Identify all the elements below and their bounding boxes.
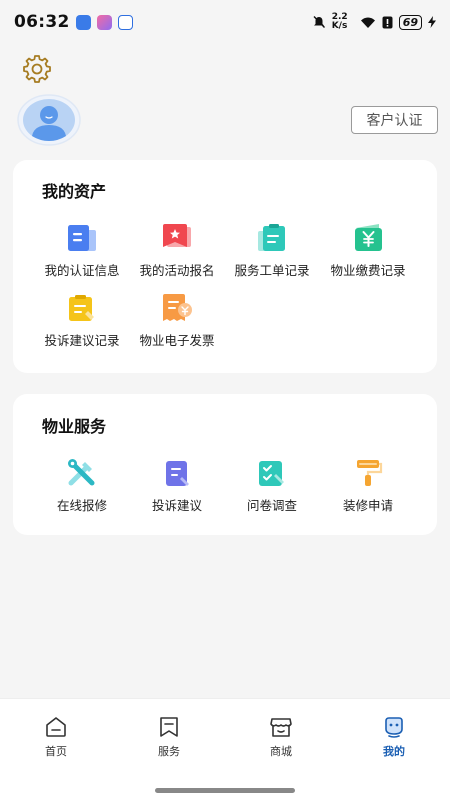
questionnaire-survey-item[interactable]: 问卷调查 bbox=[219, 458, 325, 514]
my-activity-signup-item[interactable]: 我的活动报名 bbox=[124, 223, 230, 279]
complaint-suggestion-record-item[interactable]: 投诉建议记录 bbox=[29, 293, 135, 349]
tab-label: 服务 bbox=[158, 745, 180, 758]
customer-certification-button[interactable]: 客户认证 bbox=[351, 106, 438, 134]
my-assets-title: 我的资产 bbox=[42, 182, 107, 201]
notification-app-icon bbox=[117, 14, 133, 30]
repair-tools-icon bbox=[68, 459, 95, 486]
alert-icon bbox=[382, 16, 393, 28]
complaint-record-icon bbox=[69, 295, 94, 321]
item-label: 投诉建议 bbox=[151, 498, 202, 513]
home-icon bbox=[46, 717, 66, 737]
status-bar: 06:32 2.2 K/s 69 bbox=[0, 0, 450, 44]
tab-mine[interactable]: 我的 bbox=[354, 715, 434, 759]
user-avatar-icon[interactable] bbox=[17, 94, 81, 146]
my-certification-info-item[interactable]: 我的认证信息 bbox=[29, 223, 135, 279]
work-order-icon bbox=[258, 224, 285, 251]
property-payment-record-item[interactable]: 物业缴费记录 bbox=[315, 223, 421, 279]
notification-app-icon bbox=[75, 14, 91, 30]
tab-home[interactable]: 首页 bbox=[16, 715, 96, 759]
item-label: 服务工单记录 bbox=[234, 263, 310, 278]
service-work-order-record-item[interactable]: 服务工单记录 bbox=[219, 223, 325, 279]
profile-robot-icon bbox=[385, 717, 403, 738]
bottom-tab-bar: 首页 服务 商城 我的 bbox=[0, 698, 450, 800]
item-label: 我的认证信息 bbox=[44, 263, 120, 278]
tab-service[interactable]: 服务 bbox=[129, 715, 209, 759]
tab-shop[interactable]: 商城 bbox=[241, 715, 321, 759]
tab-label: 我的 bbox=[383, 745, 405, 758]
battery-indicator: 69 bbox=[398, 14, 422, 30]
tab-label: 首页 bbox=[45, 745, 67, 758]
activity-flag-icon bbox=[163, 224, 191, 247]
property-services-title: 物业服务 bbox=[42, 417, 107, 436]
property-services-card: 物业服务 在线报修 投诉建议 问卷调查 装修申请 bbox=[13, 394, 437, 535]
property-e-invoice-item[interactable]: 物业电子发票 bbox=[124, 293, 230, 349]
survey-icon bbox=[259, 461, 284, 486]
charging-icon bbox=[428, 16, 436, 28]
item-label: 装修申请 bbox=[342, 498, 393, 513]
complaint-edit-icon bbox=[166, 461, 189, 486]
invoice-icon bbox=[163, 294, 192, 321]
settings-gear-icon[interactable] bbox=[22, 54, 52, 84]
tab-label: 商城 bbox=[270, 745, 292, 758]
complaint-suggestion-item[interactable]: 投诉建议 bbox=[124, 458, 230, 514]
service-icon bbox=[160, 717, 178, 737]
shop-icon bbox=[270, 718, 292, 737]
my-assets-card: 我的资产 我的认证信息 我的活动报名 服务工单记录 物业缴费记录 投诉建议记录 … bbox=[13, 160, 437, 373]
network-speed: 2.2 K/s bbox=[331, 12, 348, 31]
item-label: 物业缴费记录 bbox=[330, 263, 406, 278]
item-label: 投诉建议记录 bbox=[44, 333, 120, 348]
status-time: 06:32 bbox=[14, 12, 70, 32]
home-gesture-bar[interactable] bbox=[155, 788, 295, 793]
online-repair-item[interactable]: 在线报修 bbox=[29, 458, 135, 514]
item-label: 物业电子发票 bbox=[139, 333, 215, 348]
item-label: 问卷调查 bbox=[246, 498, 297, 513]
paint-roller-icon bbox=[357, 460, 383, 486]
item-label: 我的活动报名 bbox=[139, 263, 215, 278]
certificate-icon bbox=[68, 225, 96, 251]
item-label: 在线报修 bbox=[56, 498, 107, 513]
renovation-application-item[interactable]: 装修申请 bbox=[315, 458, 421, 514]
mute-icon bbox=[313, 16, 325, 28]
notification-app-icon bbox=[96, 14, 112, 30]
payment-yuan-icon bbox=[355, 224, 382, 251]
wifi-icon bbox=[360, 17, 375, 28]
